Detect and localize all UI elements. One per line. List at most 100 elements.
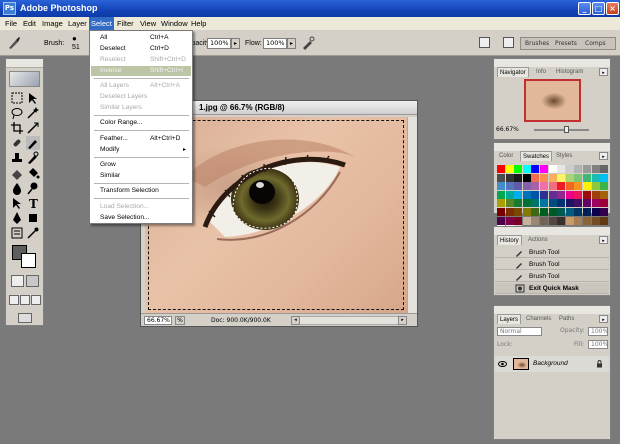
well-tab-comps[interactable]: Comps — [585, 40, 606, 48]
tab-info[interactable]: Info — [534, 67, 548, 77]
color-swatch[interactable] — [522, 216, 531, 225]
color-swatch[interactable] — [557, 182, 566, 191]
color-swatch[interactable] — [522, 199, 531, 208]
color-swatch[interactable] — [600, 216, 609, 225]
paint-bucket-tool-icon[interactable] — [26, 166, 40, 180]
color-swatch[interactable] — [548, 216, 557, 225]
menu-item-color-range[interactable]: Color Range... — [91, 118, 191, 128]
path-selection-tool-icon[interactable] — [10, 196, 24, 210]
menu-item-reselect[interactable]: Reselect Shift+Ctrl+D — [91, 55, 191, 65]
palette-header[interactable] — [494, 227, 610, 235]
eye-visibility-icon[interactable] — [498, 360, 507, 368]
menu-item-feather[interactable]: Feather... Alt+Ctrl+D — [91, 134, 191, 144]
color-swatch[interactable] — [531, 190, 540, 199]
menu-item-deselect-layers[interactable]: Deselect Layers — [91, 92, 191, 102]
color-swatch[interactable] — [505, 165, 514, 173]
color-swatch[interactable] — [574, 208, 583, 216]
healing-brush-tool-icon[interactable] — [10, 136, 24, 150]
layer-opacity-input[interactable]: 100% — [588, 327, 608, 336]
color-swatch[interactable] — [574, 216, 583, 225]
menu-item-all[interactable]: All Ctrl+A — [91, 33, 191, 43]
color-swatch[interactable] — [548, 173, 557, 182]
eyedropper-tool-icon[interactable] — [26, 226, 40, 240]
move-tool-icon[interactable] — [26, 91, 40, 105]
blend-mode-select[interactable]: Normal — [497, 327, 542, 336]
color-swatch[interactable] — [531, 208, 540, 216]
color-swatch[interactable] — [600, 190, 609, 199]
color-swatch[interactable] — [497, 173, 505, 182]
color-swatch[interactable] — [600, 165, 609, 173]
navigator-slider-thumb[interactable] — [564, 126, 569, 133]
color-swatch[interactable] — [514, 208, 523, 216]
color-swatch[interactable] — [540, 173, 548, 182]
color-swatch[interactable] — [514, 165, 523, 173]
menu-image[interactable]: Image — [40, 17, 65, 30]
close-button[interactable]: × — [606, 2, 619, 15]
fill-input[interactable]: 100% — [588, 340, 608, 349]
color-swatch[interactable] — [591, 165, 600, 173]
color-swatch[interactable] — [583, 173, 591, 182]
palette-header[interactable] — [494, 306, 610, 314]
tab-paths[interactable]: Paths — [557, 314, 576, 324]
history-row[interactable]: Brush Tool — [495, 271, 609, 282]
menu-item-transform-selection[interactable]: Transform Selection — [91, 186, 191, 196]
crop-tool-icon[interactable] — [10, 121, 24, 135]
color-swatch[interactable] — [514, 190, 523, 199]
color-swatch[interactable] — [522, 190, 531, 199]
color-swatch[interactable] — [497, 199, 505, 208]
color-swatch[interactable] — [591, 182, 600, 191]
color-swatch[interactable] — [591, 173, 600, 182]
color-swatch[interactable] — [557, 216, 566, 225]
scroll-left-arrow-icon[interactable]: ◂ — [291, 316, 300, 325]
document-horizontal-scrollbar[interactable]: ◂ ▸ — [291, 316, 407, 325]
color-swatch[interactable] — [505, 216, 514, 225]
history-row[interactable]: Brush Tool — [495, 259, 609, 270]
well-tab-presets[interactable]: Presets — [555, 40, 577, 48]
flow-input[interactable]: 100% — [263, 38, 287, 49]
file-browser-icon[interactable] — [479, 37, 490, 48]
color-swatch[interactable] — [540, 216, 548, 225]
well-tab-brushes[interactable]: Brushes — [525, 40, 549, 48]
menu-item-all-layers[interactable]: All Layers Alt+Ctrl+A — [91, 81, 191, 91]
color-swatch[interactable] — [522, 173, 531, 182]
toolbox-header[interactable] — [6, 59, 43, 68]
color-swatch[interactable] — [514, 199, 523, 208]
palette-menu-arrow-icon[interactable]: ▸ — [599, 236, 608, 244]
color-swatch[interactable] — [557, 199, 566, 208]
maximize-button[interactable]: □ — [592, 2, 605, 15]
color-swatch[interactable] — [540, 208, 548, 216]
quick-mask-mode-button[interactable] — [26, 275, 39, 287]
airbrush-icon[interactable] — [301, 36, 315, 50]
color-swatch[interactable] — [522, 208, 531, 216]
palette-menu-arrow-icon[interactable]: ▸ — [599, 315, 608, 323]
tab-histogram[interactable]: Histogram — [554, 67, 585, 77]
tab-actions[interactable]: Actions — [526, 235, 550, 245]
full-screen-menu-mode-button[interactable] — [20, 295, 30, 305]
lasso-tool-icon[interactable] — [10, 106, 24, 120]
magic-wand-tool-icon[interactable] — [26, 106, 40, 120]
color-swatch[interactable] — [583, 208, 591, 216]
color-swatch[interactable] — [548, 165, 557, 173]
color-swatch[interactable] — [600, 173, 609, 182]
color-swatch[interactable] — [574, 182, 583, 191]
menu-item-grow[interactable]: Grow — [91, 160, 191, 170]
menu-item-load-selection[interactable]: Load Selection... — [91, 202, 191, 212]
history-brush-tool-icon[interactable] — [26, 151, 40, 165]
color-swatch[interactable] — [557, 208, 566, 216]
palette-menu-arrow-icon[interactable]: ▸ — [599, 68, 608, 76]
color-swatch[interactable] — [514, 216, 523, 225]
document-zoom-field[interactable]: 66.67% — [144, 316, 172, 325]
color-swatch[interactable] — [497, 216, 505, 225]
menu-item-deselect[interactable]: Deselect Ctrl+D — [91, 44, 191, 54]
palette-header[interactable] — [494, 143, 610, 151]
color-swatch[interactable] — [565, 216, 574, 225]
color-swatch[interactable] — [540, 165, 548, 173]
color-swatch[interactable] — [574, 190, 583, 199]
blur-tool-icon[interactable] — [10, 181, 24, 195]
color-swatch[interactable] — [531, 216, 540, 225]
color-swatch[interactable] — [591, 208, 600, 216]
menu-select[interactable]: Select — [89, 17, 114, 30]
color-swatch[interactable] — [505, 199, 514, 208]
color-swatch[interactable] — [531, 173, 540, 182]
adobe-logo-icon[interactable] — [9, 71, 40, 87]
